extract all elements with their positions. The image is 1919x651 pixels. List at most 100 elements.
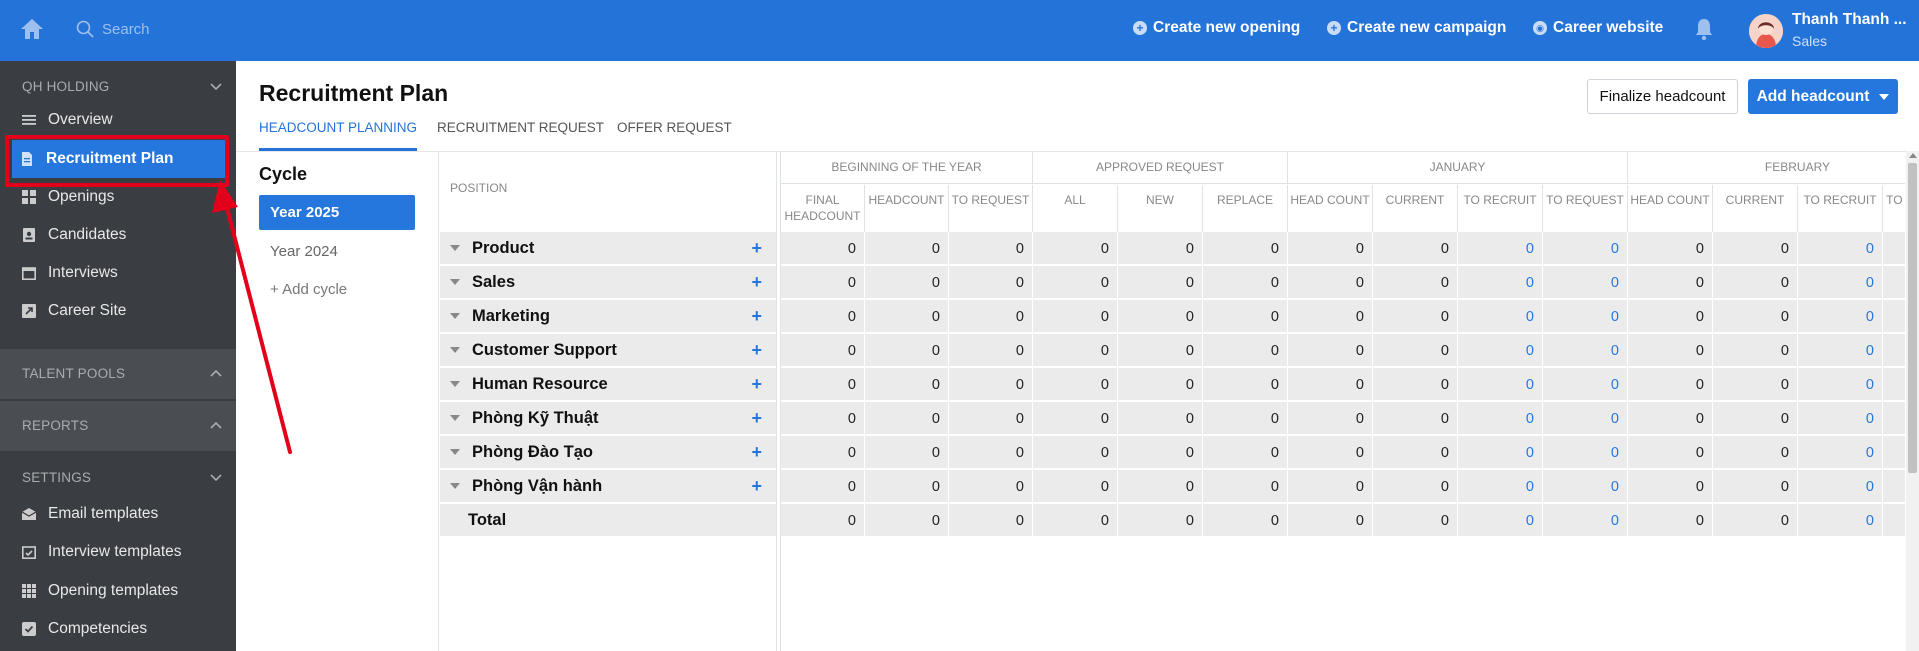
grid-cell-link[interactable]: 0 [1798, 470, 1883, 503]
reports-header[interactable]: REPORTS [22, 418, 88, 433]
grid-cell-link[interactable]: 0 [1543, 470, 1628, 503]
grid-cell-link[interactable]: 0 [1543, 504, 1628, 537]
tab-headcount-planning[interactable]: HEADCOUNT PLANNING [259, 120, 418, 151]
collapse-triangle-icon[interactable] [450, 381, 460, 387]
collapse-triangle-icon[interactable] [450, 483, 460, 489]
grid-cell-link[interactable]: 0 [1543, 334, 1628, 367]
collapse-triangle-icon[interactable] [450, 415, 460, 421]
collapse-triangle-icon[interactable] [450, 279, 460, 285]
add-position-plus-icon[interactable]: + [751, 306, 762, 327]
grid-cell-link[interactable]: 0 [1543, 266, 1628, 299]
column-group-header: APPROVED REQUEST [1033, 151, 1288, 184]
position-row[interactable]: Human Resource + [440, 368, 776, 401]
grid-cell-link[interactable]: 0 [1543, 232, 1628, 265]
scroll-up-arrow-icon[interactable] [1909, 153, 1917, 158]
column-header-line: HEADCOUNT [868, 193, 945, 207]
position-row[interactable]: Phòng Vận hành + [440, 470, 776, 503]
grid-cell-link[interactable]: 0 [1543, 300, 1628, 333]
career-website-link[interactable]: ◉ Career website [1533, 19, 1663, 37]
add-position-plus-icon[interactable]: + [751, 340, 762, 361]
chevron-up-icon[interactable] [210, 421, 222, 429]
grid-cell-link[interactable]: 0 [1798, 368, 1883, 401]
collapse-triangle-icon[interactable] [450, 347, 460, 353]
position-row[interactable]: Phòng Kỹ Thuật + [440, 402, 776, 435]
tab-recruitment-request[interactable]: RECRUITMENT REQUEST [437, 120, 604, 151]
create-new-campaign-link[interactable]: + Create new campaign [1327, 19, 1506, 37]
user-avatar[interactable] [1749, 14, 1783, 48]
org-section-header[interactable]: QH HOLDING [22, 79, 110, 94]
grid-cell-link[interactable]: 0 [1458, 470, 1543, 503]
sidebar-item-interview-templates[interactable]: Interview templates [0, 533, 236, 571]
grid-cell-link[interactable]: 0 [1458, 300, 1543, 333]
sidebar-item-competencies[interactable]: Competencies [0, 610, 236, 648]
add-position-plus-icon[interactable]: + [751, 408, 762, 429]
home-icon[interactable] [20, 18, 44, 40]
grid-cell: 0 [1118, 470, 1203, 503]
sidebar-item-career-site[interactable]: Career Site [0, 292, 236, 330]
create-new-opening-link[interactable]: + Create new opening [1133, 19, 1300, 37]
position-name: Sales [472, 272, 516, 291]
grid-cell-link[interactable]: 0 [1543, 368, 1628, 401]
grid-cell-link[interactable]: 0 [1458, 402, 1543, 435]
grid-cell-link[interactable]: 0 [1458, 436, 1543, 469]
column-header: TO REQUEST [1883, 185, 1905, 235]
grid-cell-link[interactable]: 0 [1458, 334, 1543, 367]
add-cycle-link[interactable]: + Add cycle [270, 281, 347, 298]
grid-cell: 0 [1628, 334, 1713, 367]
cycle-item-year-2025[interactable]: Year 2025 [259, 195, 415, 230]
talent-pools-header[interactable]: TALENT POOLS [22, 366, 125, 381]
collapse-triangle-icon[interactable] [450, 313, 460, 319]
sidebar-item-interviews[interactable]: Interviews [0, 254, 236, 292]
grid-cell: 0 [1628, 436, 1713, 469]
globe-icon: ◉ [1533, 21, 1547, 35]
search-box[interactable]: Search [76, 20, 150, 38]
add-position-plus-icon[interactable]: + [751, 238, 762, 259]
grid-cell: 0 [1033, 300, 1118, 333]
position-row[interactable]: Sales + [440, 266, 776, 299]
grid-cell-link[interactable]: 0 [1543, 402, 1628, 435]
chevron-up-icon[interactable] [210, 369, 222, 377]
grid-cell-link[interactable]: 0 [1798, 436, 1883, 469]
contact-card-icon [23, 228, 35, 242]
grid-cell-link[interactable]: 0 [1798, 300, 1883, 333]
position-row[interactable]: Customer Support + [440, 334, 776, 367]
settings-header[interactable]: SETTINGS [22, 470, 91, 485]
add-position-plus-icon[interactable]: + [751, 374, 762, 395]
grid-cell-link[interactable]: 0 [1458, 368, 1543, 401]
add-headcount-label: Add headcount [1756, 87, 1870, 105]
grid-cell-link[interactable]: 0 [1458, 504, 1543, 537]
sidebar-item-candidates[interactable]: Candidates [0, 216, 236, 254]
finalize-headcount-button[interactable]: Finalize headcount [1587, 79, 1738, 114]
sidebar-item-overview[interactable]: Overview [0, 101, 236, 139]
grid-cell-link[interactable]: 0 [1798, 504, 1883, 537]
grid-cell-link[interactable]: 0 [1798, 266, 1883, 299]
list-icon [22, 115, 36, 125]
cycle-item-year-2024[interactable]: Year 2024 [259, 234, 415, 269]
grid-cell-link[interactable]: 0 [1798, 334, 1883, 367]
position-row[interactable]: Product + [440, 232, 776, 265]
add-headcount-button[interactable]: Add headcount [1748, 79, 1898, 114]
sidebar-item-opening-templates[interactable]: Opening templates [0, 572, 236, 610]
collapse-triangle-icon[interactable] [450, 449, 460, 455]
vertical-scrollbar[interactable] [1906, 151, 1919, 651]
position-row[interactable]: Phòng Đào Tạo + [440, 436, 776, 469]
scrollbar-thumb[interactable] [1908, 163, 1917, 473]
grid-cell: 0 [1118, 334, 1203, 367]
grid-cell-link[interactable]: 0 [1798, 402, 1883, 435]
grid-cell-link[interactable]: 0 [1543, 436, 1628, 469]
grid-cell-link[interactable]: 0 [1798, 232, 1883, 265]
bell-icon[interactable] [1693, 17, 1715, 41]
grid-cell-link[interactable]: 0 [1458, 232, 1543, 265]
add-position-plus-icon[interactable]: + [751, 272, 762, 293]
collapse-triangle-icon[interactable] [450, 245, 460, 251]
grid-cell-link[interactable]: 0 [1458, 266, 1543, 299]
chevron-down-icon[interactable] [210, 474, 222, 482]
user-name[interactable]: Thanh Thanh ... [1792, 11, 1907, 29]
headcount-grid[interactable]: BEGINNING OF THE YEAR APPROVED REQUEST JAN… [781, 151, 1905, 651]
sidebar-item-email-templates[interactable]: Email templates [0, 495, 236, 533]
tab-offer-request[interactable]: OFFER REQUEST [617, 120, 732, 151]
position-row[interactable]: Marketing + [440, 300, 776, 333]
add-position-plus-icon[interactable]: + [751, 442, 762, 463]
chevron-down-icon[interactable] [210, 83, 222, 91]
add-position-plus-icon[interactable]: + [751, 476, 762, 497]
